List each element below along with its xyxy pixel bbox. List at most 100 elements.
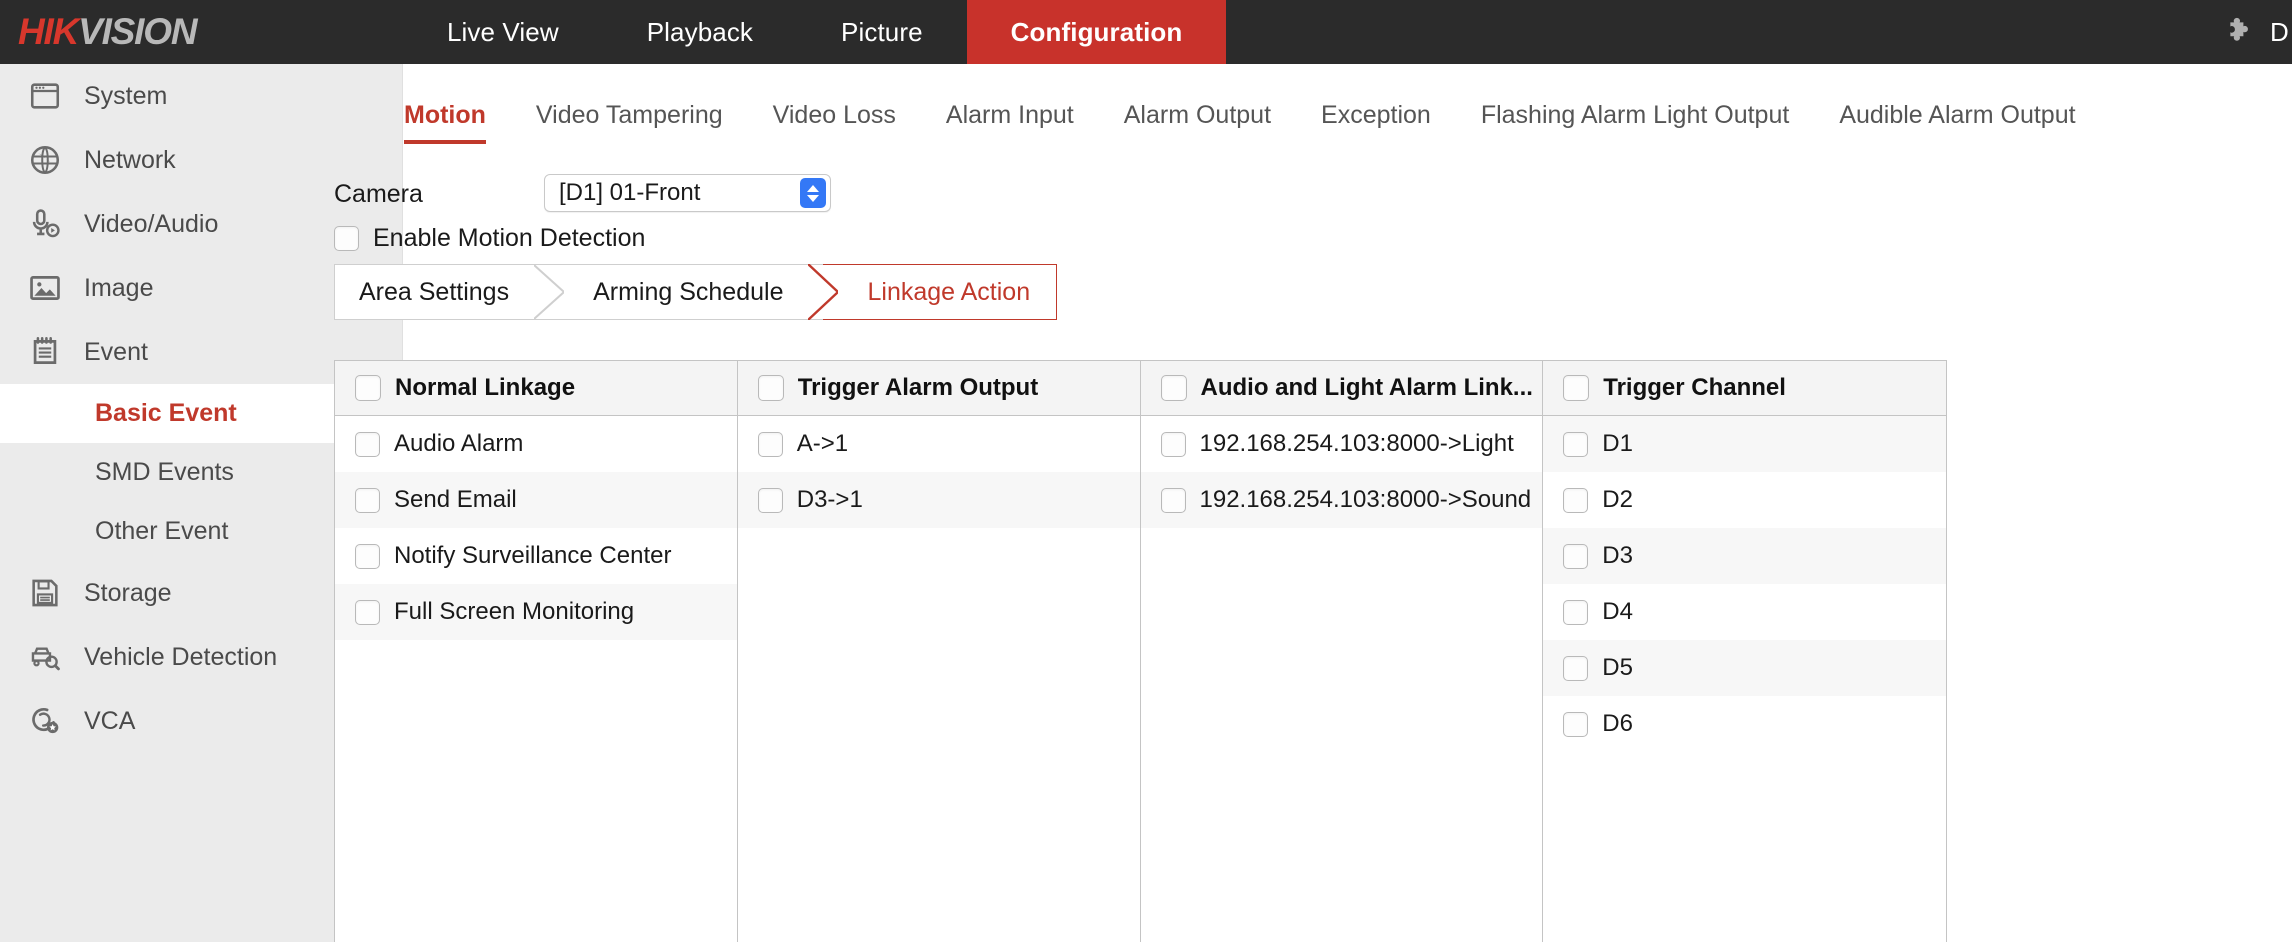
table-row[interactable]: 192.168.254.103:8000->Sound xyxy=(1141,472,1543,528)
main-nav-item-configuration[interactable]: Configuration xyxy=(967,0,1227,64)
table-row[interactable]: D3->1 xyxy=(738,472,1140,528)
column-header[interactable]: Trigger Channel xyxy=(1543,361,1946,416)
column-body: A->1 D3->1 xyxy=(738,416,1140,942)
column-header-label: Normal Linkage xyxy=(395,374,575,402)
column-header-checkbox[interactable] xyxy=(1161,375,1187,401)
tab-alarm-input[interactable]: Alarm Input xyxy=(921,101,1099,144)
event-type-tabs: MotionVideo TamperingVideo LossAlarm Inp… xyxy=(404,86,2101,144)
row-checkbox[interactable] xyxy=(1563,488,1588,513)
row-checkbox[interactable] xyxy=(1161,432,1186,457)
puzzle-piece-icon[interactable] xyxy=(2222,15,2256,49)
column-filler xyxy=(738,528,1140,942)
tab-video-tampering[interactable]: Video Tampering xyxy=(511,101,748,144)
table-row[interactable]: D1 xyxy=(1543,416,1946,472)
enable-motion-detection-checkbox[interactable] xyxy=(334,226,359,251)
table-row[interactable]: D5 xyxy=(1543,640,1946,696)
table-row[interactable]: Audio Alarm xyxy=(335,416,737,472)
row-checkbox[interactable] xyxy=(1161,488,1186,513)
row-checkbox[interactable] xyxy=(758,432,783,457)
sidebar-item-label: Network xyxy=(84,146,176,175)
hikvision-logo[interactable]: HIKVISION xyxy=(0,0,403,64)
column-header-checkbox[interactable] xyxy=(355,375,381,401)
table-row[interactable]: Notify Surveillance Center xyxy=(335,528,737,584)
microphone-play-icon xyxy=(28,207,62,241)
chevron-updown-icon[interactable] xyxy=(800,178,826,208)
row-label: D6 xyxy=(1602,710,1633,738)
tab-video-loss[interactable]: Video Loss xyxy=(748,101,921,144)
picture-icon xyxy=(28,271,62,305)
sidebar-item-label: Image xyxy=(84,274,153,303)
row-checkbox[interactable] xyxy=(1563,712,1588,737)
main-content: MotionVideo TamperingVideo LossAlarm Inp… xyxy=(404,64,2292,942)
tab-alarm-output[interactable]: Alarm Output xyxy=(1099,101,1296,144)
vehicle-search-icon xyxy=(28,640,62,674)
table-row[interactable]: D6 xyxy=(1543,696,1946,752)
row-label: D3->1 xyxy=(797,486,863,514)
main-nav-item-picture[interactable]: Picture xyxy=(797,0,967,64)
table-row[interactable]: A->1 xyxy=(738,416,1140,472)
sidebar-subitem-label: Other Event xyxy=(95,517,228,546)
enable-motion-detection-row[interactable]: Enable Motion Detection xyxy=(334,224,645,253)
row-label: 192.168.254.103:8000->Sound xyxy=(1200,486,1532,514)
row-checkbox[interactable] xyxy=(355,432,380,457)
camera-select-value: [D1] 01-Front xyxy=(559,179,700,207)
row-label: D5 xyxy=(1602,654,1633,682)
row-checkbox[interactable] xyxy=(355,488,380,513)
step-tab-label: Linkage Action xyxy=(867,278,1030,307)
camera-label: Camera xyxy=(334,180,534,209)
row-checkbox[interactable] xyxy=(355,600,380,625)
tab-flashing-alarm-light-output[interactable]: Flashing Alarm Light Output xyxy=(1456,101,1815,144)
sidebar-item-system[interactable]: System xyxy=(0,64,402,128)
column-header-checkbox[interactable] xyxy=(758,375,784,401)
column-header[interactable]: Normal Linkage xyxy=(335,361,737,416)
linkage-action-table: Normal Linkage Audio Alarm Send Email Notif… xyxy=(334,360,1947,942)
row-checkbox[interactable] xyxy=(1563,656,1588,681)
step-tab-arming-schedule[interactable]: Arming Schedule xyxy=(549,264,823,320)
row-label: Full Screen Monitoring xyxy=(394,598,634,626)
row-checkbox[interactable] xyxy=(758,488,783,513)
row-label: A->1 xyxy=(797,430,848,458)
enable-motion-detection-label: Enable Motion Detection xyxy=(373,224,645,253)
top-bar: HIKVISION Live ViewPlaybackPictureConfig… xyxy=(0,0,2292,64)
row-checkbox[interactable] xyxy=(1563,600,1588,625)
row-checkbox[interactable] xyxy=(1563,544,1588,569)
main-nav-item-playback[interactable]: Playback xyxy=(603,0,797,64)
camera-select[interactable]: [D1] 01-Front xyxy=(544,174,831,212)
table-row[interactable]: D4 xyxy=(1543,584,1946,640)
logo-hik-text: HIK xyxy=(18,11,78,53)
globe-icon xyxy=(28,143,62,177)
column-header[interactable]: Trigger Alarm Output xyxy=(738,361,1140,416)
row-label: D1 xyxy=(1602,430,1633,458)
top-bar-right-actions: D xyxy=(2222,0,2292,64)
table-row[interactable]: 192.168.254.103:8000->Light xyxy=(1141,416,1543,472)
row-label: Send Email xyxy=(394,486,517,514)
column-filler xyxy=(335,640,737,942)
tab-exception[interactable]: Exception xyxy=(1296,101,1456,144)
table-row[interactable]: D2 xyxy=(1543,472,1946,528)
linkage-column-audio-and-light-alarm-link: Audio and Light Alarm Link...192.168.254… xyxy=(1141,361,1544,942)
main-nav-item-live-view[interactable]: Live View xyxy=(403,0,603,64)
chevron-right-icon xyxy=(534,265,564,319)
table-row[interactable]: Full Screen Monitoring xyxy=(335,584,737,640)
row-checkbox[interactable] xyxy=(355,544,380,569)
tab-motion[interactable]: Motion xyxy=(404,101,511,144)
column-filler xyxy=(1141,528,1543,942)
sidebar-item-label: System xyxy=(84,82,167,111)
download-plugin-label[interactable]: D xyxy=(2270,17,2292,48)
column-body: Audio Alarm Send Email Notify Surveillance… xyxy=(335,416,737,942)
column-body: D1 D2D3 D4 D5 D6 xyxy=(1543,416,1946,942)
step-tab-area-settings[interactable]: Area Settings xyxy=(334,264,549,320)
step-tab-linkage-action[interactable]: Linkage Action xyxy=(823,264,1057,320)
step-tab-label: Area Settings xyxy=(359,278,509,307)
row-label: Notify Surveillance Center xyxy=(394,542,671,570)
tab-audible-alarm-output[interactable]: Audible Alarm Output xyxy=(1814,101,2100,144)
row-label: D4 xyxy=(1602,598,1633,626)
column-header[interactable]: Audio and Light Alarm Link... xyxy=(1141,361,1543,416)
vca-icon xyxy=(28,704,62,738)
column-header-checkbox[interactable] xyxy=(1563,375,1589,401)
table-row[interactable]: Send Email xyxy=(335,472,737,528)
row-checkbox[interactable] xyxy=(1563,432,1588,457)
table-row[interactable]: D3 xyxy=(1543,528,1946,584)
row-label: Audio Alarm xyxy=(394,430,523,458)
sidebar-item-label: Storage xyxy=(84,579,172,608)
